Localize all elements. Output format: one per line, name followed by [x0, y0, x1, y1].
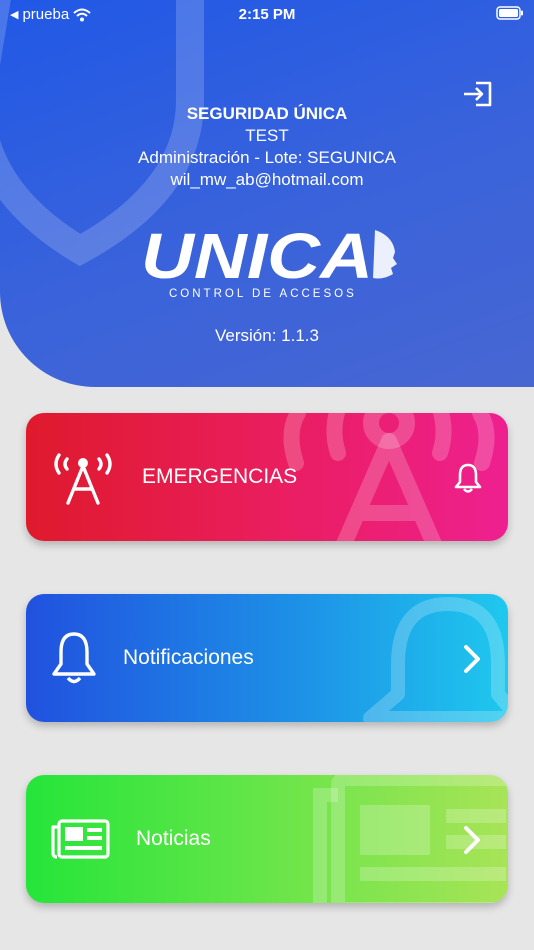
notificaciones-label: Notificaciones	[123, 646, 254, 669]
notificaciones-button[interactable]: Notificaciones	[26, 594, 508, 722]
chevron-right-icon	[464, 645, 480, 673]
version-label: Versión: 1.1.3	[215, 326, 319, 345]
bell-icon	[52, 632, 96, 684]
header-panel: ◀ prueba 2:15 PM SEGURIDAD ÚNICA TEST Ad…	[0, 0, 534, 387]
newspaper-icon	[51, 819, 110, 859]
antenna-icon	[54, 453, 112, 505]
status-bar: ◀ prueba 2:15 PM	[0, 0, 534, 30]
status-time: 2:15 PM	[238, 6, 296, 23]
noticias-label: Noticias	[136, 827, 211, 850]
user-email: wil_mw_ab@hotmail.com	[170, 170, 364, 189]
account-name: TEST	[245, 126, 289, 145]
logout-icon	[464, 81, 492, 107]
bell-watermark-icon	[363, 597, 508, 722]
location-text: Administración - Lote: SEGUNICA	[138, 148, 396, 167]
company-name: SEGURIDAD ÚNICA	[186, 104, 348, 123]
logo-tagline: CONTROL DE ACCESOS	[169, 288, 357, 300]
chevron-right-icon	[464, 826, 480, 854]
emergencias-button[interactable]: EMERGENCIAS	[26, 413, 508, 541]
user-info: SEGURIDAD ÚNICA TEST Administración - Lo…	[0, 103, 534, 191]
battery-icon	[496, 6, 523, 20]
unica-logo: UNICA CONTROL DE ACCESOS	[141, 222, 397, 300]
noticias-button[interactable]: Noticias	[26, 775, 508, 903]
emergencias-label: EMERGENCIAS	[142, 465, 298, 488]
bell-icon	[454, 463, 482, 493]
logo-word: UNICA	[141, 222, 373, 292]
